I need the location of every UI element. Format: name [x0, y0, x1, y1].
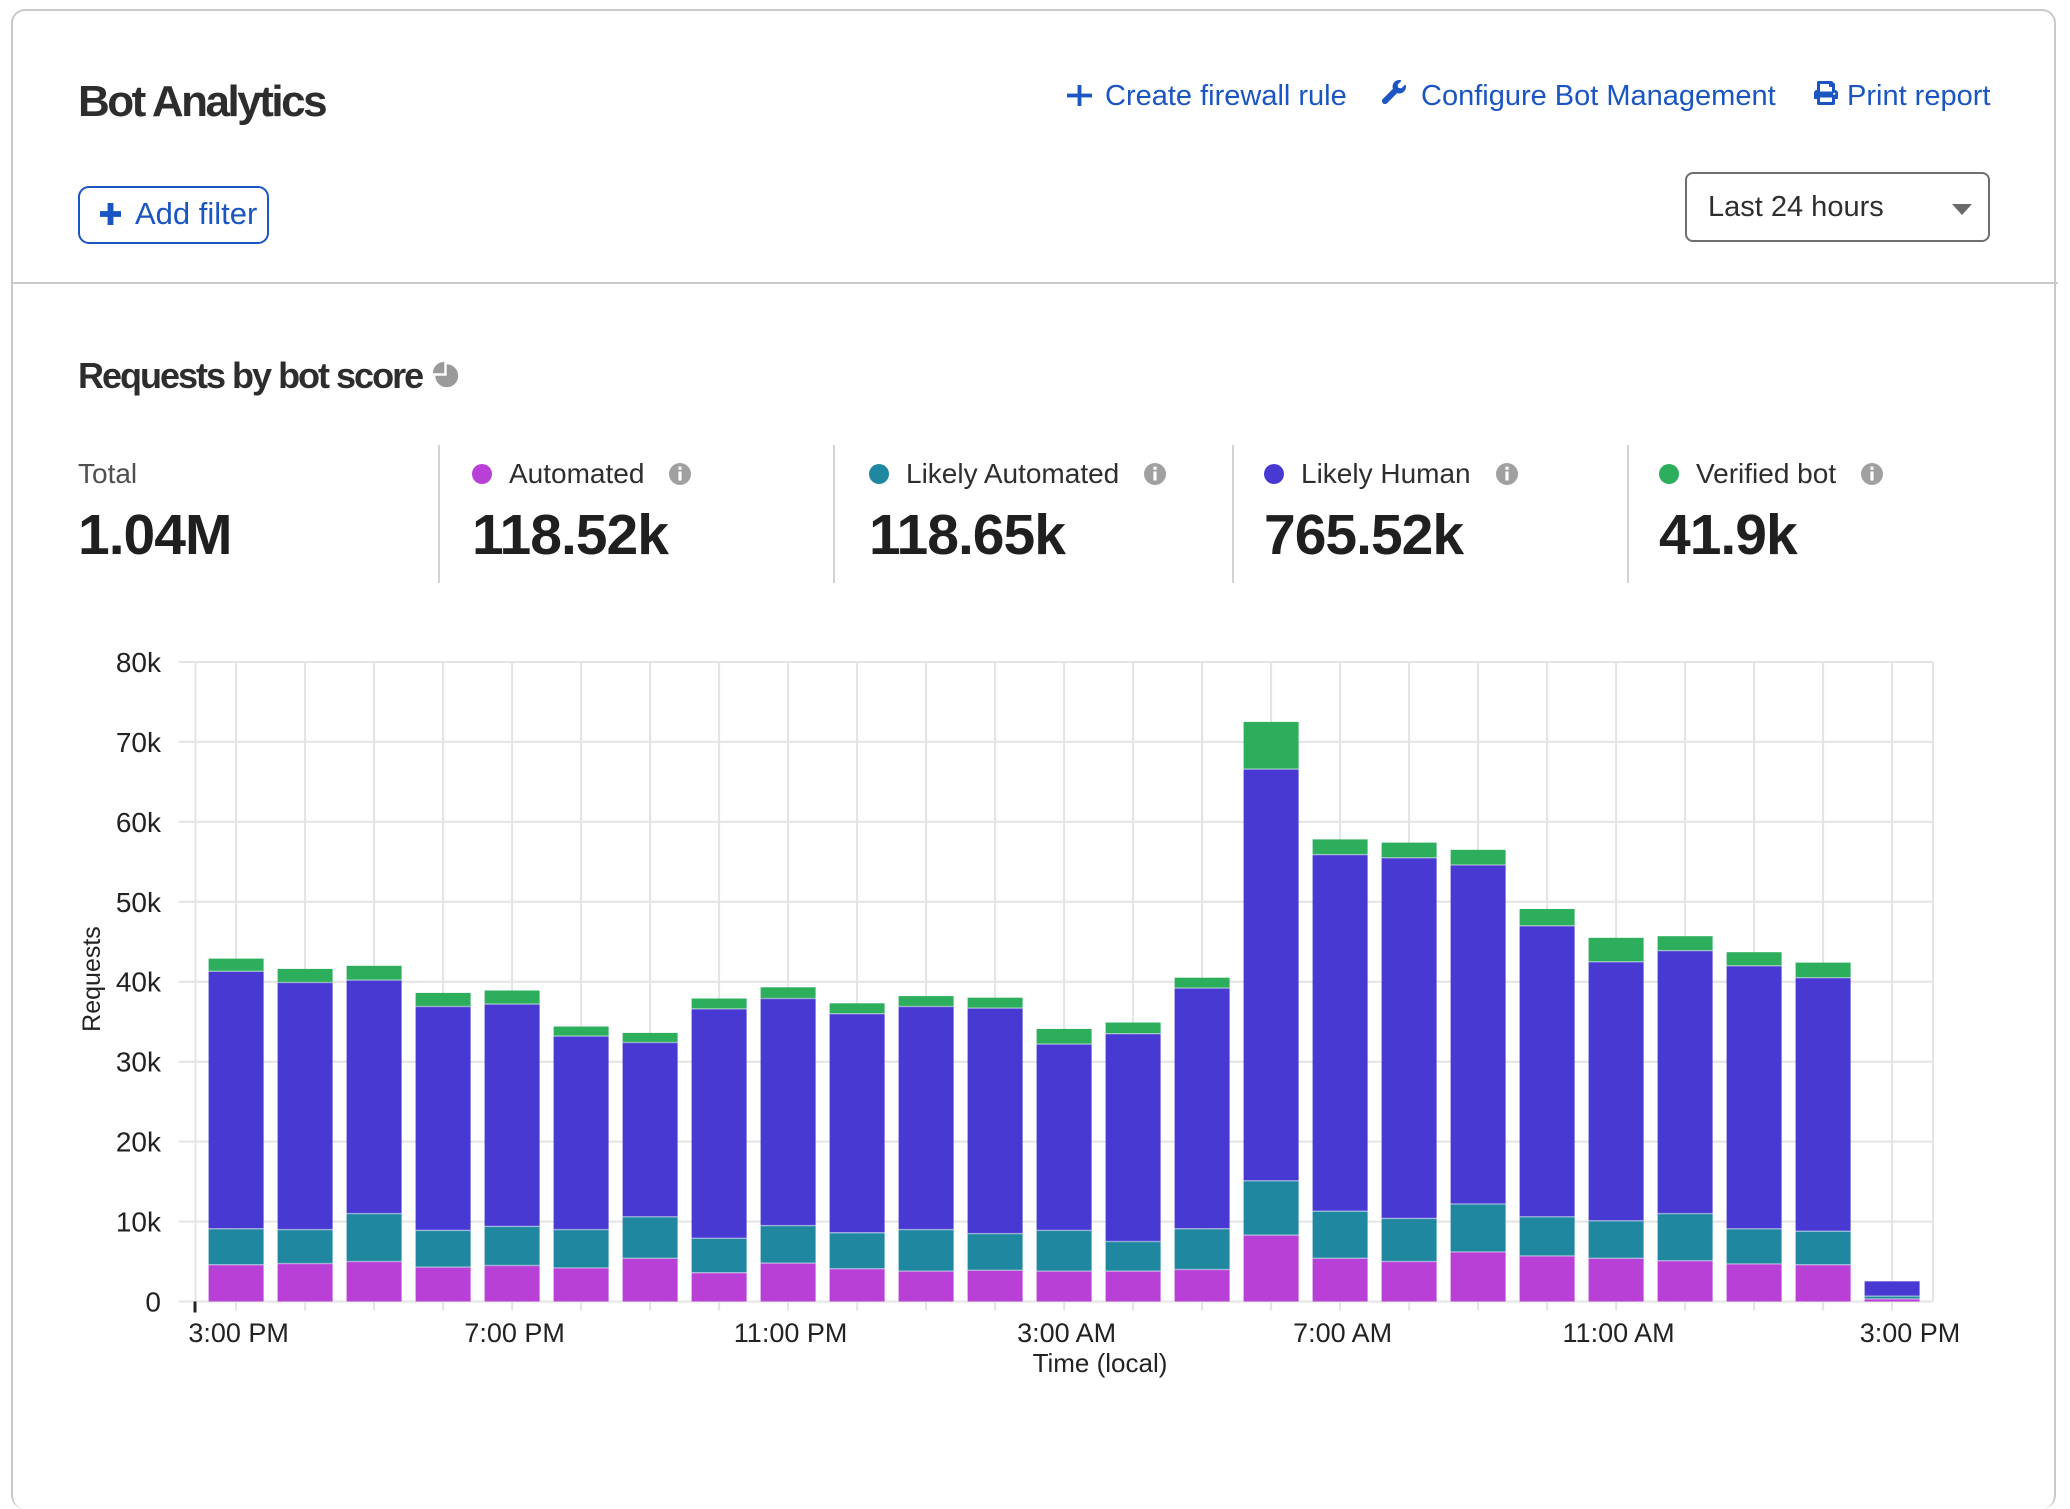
svg-text:11:00 PM: 11:00 PM: [734, 1318, 848, 1348]
svg-text:20k: 20k: [116, 1127, 162, 1158]
svg-text:3:00 PM: 3:00 PM: [1860, 1318, 1961, 1348]
svg-text:0: 0: [145, 1287, 161, 1318]
svg-text:40k: 40k: [116, 967, 162, 998]
svg-text:10k: 10k: [116, 1207, 162, 1238]
svg-text:60k: 60k: [116, 807, 162, 838]
svg-text:7:00 PM: 7:00 PM: [464, 1318, 565, 1348]
svg-text:7:00 AM: 7:00 AM: [1293, 1318, 1392, 1348]
svg-text:30k: 30k: [116, 1047, 162, 1078]
svg-text:Time (local): Time (local): [1033, 1348, 1168, 1378]
svg-text:3:00 AM: 3:00 AM: [1017, 1318, 1116, 1348]
svg-text:3:00 PM: 3:00 PM: [188, 1318, 289, 1348]
svg-text:Requests: Requests: [78, 926, 106, 1032]
svg-text:70k: 70k: [116, 727, 162, 758]
svg-text:50k: 50k: [116, 887, 162, 918]
svg-text:80k: 80k: [116, 647, 162, 678]
svg-text:11:00 AM: 11:00 AM: [1563, 1318, 1675, 1348]
